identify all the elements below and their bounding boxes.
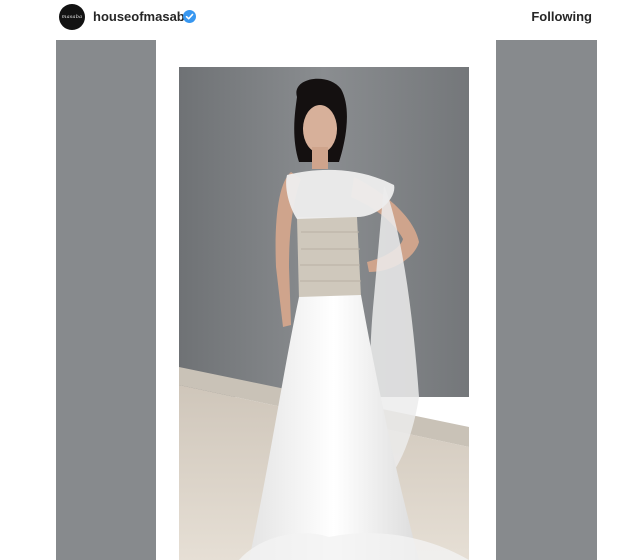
face <box>303 105 337 153</box>
username-link[interactable]: houseofmasaba <box>93 9 192 24</box>
corset <box>297 217 361 299</box>
post-photo[interactable] <box>179 67 469 560</box>
left-gray-panel <box>56 40 156 560</box>
profile-avatar[interactable]: masaba <box>59 4 85 30</box>
photo-illustration <box>179 67 469 560</box>
following-button[interactable]: Following <box>531 9 592 24</box>
brand-logo-icon: masaba <box>61 14 83 20</box>
verified-badge-icon <box>183 10 196 23</box>
right-gray-panel <box>496 40 597 560</box>
post-header: masaba houseofmasaba Following <box>0 0 640 34</box>
